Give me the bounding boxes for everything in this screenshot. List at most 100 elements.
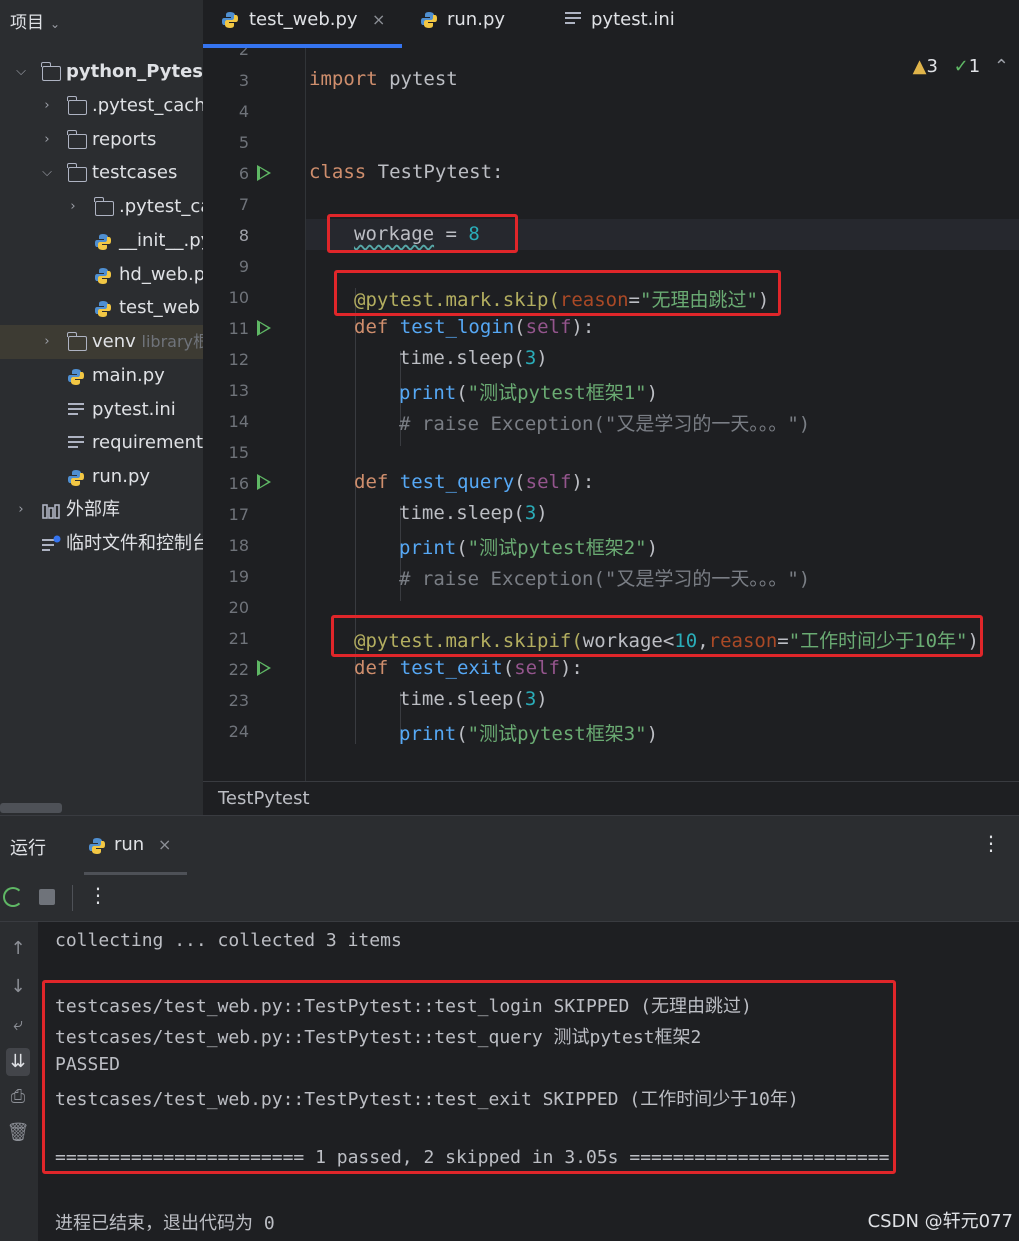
paren: ) (536, 688, 548, 710)
self-param: self (525, 316, 572, 338)
tree-item-venv[interactable]: › venv library根 (0, 325, 203, 359)
python-file-icon (95, 268, 111, 284)
number: 3 (524, 347, 537, 369)
tree-item-label: run.py (92, 466, 151, 487)
function-name: test_query (399, 471, 515, 493)
soft-wrap-icon[interactable]: ⤶ (6, 1014, 30, 1035)
line-number: 21 (228, 629, 249, 648)
chevron-right-icon[interactable]: › (40, 123, 54, 157)
arrow-down-icon[interactable]: ↓ (6, 976, 30, 997)
tree-item-scratches[interactable]: 临时文件和控制台 (0, 527, 203, 561)
line-number: 22 (228, 660, 249, 679)
run-test-exit-icon[interactable] (257, 660, 271, 676)
inspection-widget[interactable]: ▲3 ✓1 ⌃ (913, 56, 1009, 77)
tree-item-test-web-py[interactable]: test_web (0, 291, 203, 325)
folder-icon (41, 62, 61, 81)
rerun-icon[interactable] (3, 887, 23, 907)
code-line-12: time.sleep(3) (399, 347, 548, 369)
python-file-icon (421, 12, 437, 28)
chevron-right-icon[interactable]: › (40, 325, 54, 359)
paren: ( (514, 316, 526, 338)
code-line-16: def test_query(self): (354, 471, 594, 493)
run-test-query-icon[interactable] (257, 474, 271, 490)
line-number: 14 (228, 412, 249, 431)
tree-item-pytest-cache[interactable]: › .pytest_cach (0, 89, 203, 123)
console-output[interactable]: collecting ... collected 3 items testcas… (38, 922, 1019, 1241)
run-config-tab[interactable]: run × (84, 816, 187, 876)
chevron-right-icon[interactable]: › (14, 493, 28, 527)
tab-label: run.py (447, 9, 506, 30)
code-line-24: print("测试pytest框架3") (399, 719, 658, 746)
paren: ): (571, 471, 595, 493)
code-line-14: # raise Exception("又是学习的一天。。。") (399, 413, 811, 435)
tree-item-testcases[interactable]: ⌵ testcases (0, 156, 203, 190)
chevron-down-icon[interactable]: ⌵ (14, 55, 28, 89)
paren: ( (514, 471, 526, 493)
chevron-up-icon[interactable]: ⌃ (994, 56, 1009, 77)
tree-item-pytest-ini[interactable]: pytest.ini (0, 393, 203, 427)
number: 3 (524, 502, 537, 524)
more-options-icon[interactable]: ⋮ (981, 831, 1001, 855)
self-param: self (525, 471, 572, 493)
function-name: print (399, 723, 457, 745)
project-view-header[interactable]: 项目 ⌄ (10, 8, 60, 33)
code-line-23: time.sleep(3) (399, 688, 548, 710)
close-tab-icon[interactable]: × (158, 835, 171, 854)
tree-item-pytest-cache-sub[interactable]: › .pytest_ca (0, 190, 203, 224)
run-test-login-icon[interactable] (257, 320, 271, 336)
tab-test-web-py[interactable]: test_web.py × (203, 0, 402, 48)
chevron-right-icon[interactable]: › (66, 190, 80, 224)
chevron-down-icon[interactable]: ⌄ (50, 17, 60, 31)
package-folder-icon (67, 130, 87, 149)
chevron-right-icon[interactable]: › (40, 89, 54, 123)
stop-icon[interactable] (39, 889, 55, 905)
sidebar-horizontal-scrollbar[interactable] (0, 803, 62, 813)
scroll-to-end-icon[interactable]: ⇊ (6, 1048, 30, 1076)
tab-pytest-ini[interactable]: pytest.ini (563, 0, 713, 48)
tree-item-python-pytest[interactable]: ⌵ python_Pytest (0, 55, 203, 89)
tree-item-label: .pytest_ca (119, 196, 203, 217)
tree-item-reports[interactable]: › reports (0, 123, 203, 157)
string: "测试pytest框架1" (467, 382, 647, 404)
line-number: 6 (238, 164, 249, 183)
run-tab-label: run (114, 834, 145, 855)
print-icon[interactable]: ⎙ (6, 1086, 30, 1107)
run-test-class-icon[interactable] (257, 165, 271, 181)
tree-item-main-py[interactable]: main.py (0, 359, 203, 393)
check-icon: ✓ (953, 56, 969, 77)
line-number: 3 (238, 71, 249, 90)
run-toolbar: ⋮ (0, 875, 1019, 922)
line-number: 23 (228, 691, 249, 710)
tree-item-requirements[interactable]: requirement (0, 426, 203, 460)
chevron-down-icon[interactable]: ⌵ (40, 156, 54, 190)
tree-item-label: pytest.ini (92, 399, 176, 420)
tab-run-py[interactable]: run.py (418, 0, 548, 48)
close-tab-icon[interactable]: × (372, 0, 385, 40)
console-side-toolbar: ↑ ↓ ⤶ ⇊ ⎙ 🗑 (0, 922, 38, 1241)
project-sidebar: 项目 ⌄ ⌵ python_Pytest › .pytest_cach › rep… (0, 0, 203, 815)
paren: ( (502, 657, 515, 679)
code-line-6: class TestPytest: (309, 161, 503, 183)
arrow-up-icon[interactable]: ↑ (6, 938, 30, 959)
more-options-icon[interactable]: ⋮ (88, 883, 108, 907)
function-name: print (399, 382, 457, 404)
text-file-icon (565, 12, 581, 26)
self-param: self (514, 657, 560, 679)
breadcrumb-item-class[interactable]: TestPytest (218, 788, 310, 809)
trash-icon[interactable]: 🗑 (6, 1122, 30, 1143)
console-line: collecting ... collected 3 items (55, 930, 402, 951)
paren: ): (571, 316, 595, 338)
tab-label: pytest.ini (591, 9, 675, 30)
tree-item-label: hd_web.p (119, 264, 203, 285)
paren: ) (646, 723, 659, 745)
tree-item-external-libraries[interactable]: › 外部库 (0, 493, 203, 527)
line-number: 16 (228, 474, 249, 493)
tree-item-label: __init__.py (119, 230, 203, 251)
tree-item-hd-web-py[interactable]: hd_web.p (0, 258, 203, 292)
tree-item-run-py[interactable]: run.py (0, 460, 203, 494)
tree-item-init-py[interactable]: __init__.py (0, 224, 203, 258)
code-line-11: def test_login(self): (354, 316, 594, 338)
code-editor[interactable]: ▲3 ✓1 ⌃ 2 3 4 5 6 7 8 9 10 11 12 13 14 1… (203, 48, 1019, 781)
keyword: def (354, 657, 389, 679)
function-name: test_login (399, 316, 515, 338)
